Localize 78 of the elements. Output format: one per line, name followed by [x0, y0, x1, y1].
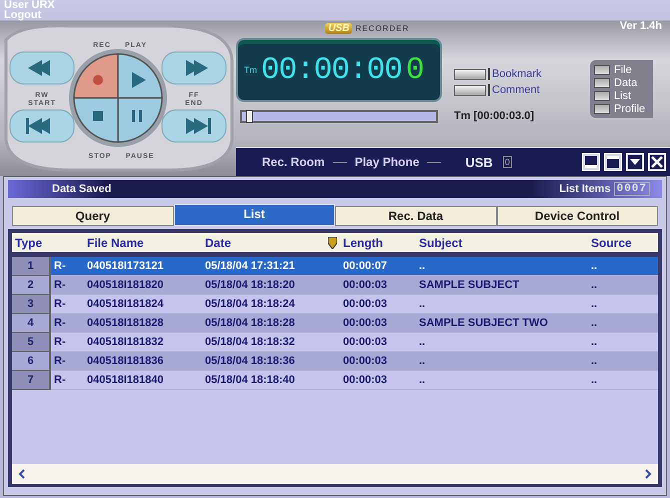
- panel-title: Data Saved: [52, 183, 112, 195]
- marker-slot: [454, 84, 486, 96]
- logo-mark: USB: [325, 23, 352, 34]
- usb-label: USB: [465, 154, 493, 170]
- table-cell: 040518I181828: [84, 314, 202, 332]
- marker-button[interactable]: Bookmark: [488, 68, 542, 80]
- slider-thumb[interactable]: [246, 110, 253, 123]
- column-header[interactable]: Type: [12, 233, 84, 254]
- table-cell: R-: [50, 370, 84, 390]
- table-cell: R-: [50, 352, 84, 370]
- list-items-label: List Items: [559, 183, 611, 195]
- table-cell: 05/18/04 18:18:36: [202, 352, 340, 370]
- close-icon[interactable]: [648, 153, 666, 171]
- table-cell: 05/18/04 18:18:28: [202, 314, 340, 332]
- list-items-count: 0007: [614, 182, 650, 196]
- timer-label: Tm: [244, 65, 257, 75]
- column-header[interactable]: Subject: [416, 233, 588, 254]
- marker-button[interactable]: Comment: [488, 84, 540, 96]
- timer-digit: 0: [406, 52, 424, 88]
- minimize-icon[interactable]: [582, 153, 600, 171]
- tab[interactable]: Device Control: [496, 206, 658, 226]
- row-number[interactable]: 6: [12, 352, 50, 370]
- row-number[interactable]: 4: [12, 314, 50, 332]
- table-cell: R-: [50, 276, 84, 294]
- table-cell: 00:00:03: [340, 276, 416, 294]
- table-cell: ..: [588, 370, 658, 390]
- table-cell: 040518I181840: [84, 370, 202, 390]
- column-header[interactable]: File Name: [84, 233, 202, 254]
- table-cell: ..: [588, 314, 658, 332]
- table-cell: SAMPLE SUBJECT: [416, 276, 588, 294]
- user-name: User URX: [4, 0, 55, 10]
- sort-icon[interactable]: [328, 237, 337, 249]
- pause-button[interactable]: [117, 97, 163, 143]
- table-cell: SAMPLE SUBJECT TWO: [416, 314, 588, 332]
- progress-slider[interactable]: [240, 110, 438, 123]
- column-header[interactable]: Length: [340, 233, 416, 254]
- table-cell: ..: [416, 370, 588, 390]
- skip-end-button[interactable]: [162, 110, 226, 142]
- maximize-icon[interactable]: [604, 153, 622, 171]
- skip-start-button[interactable]: [10, 110, 74, 142]
- bar-button[interactable]: Rec. Room: [262, 155, 325, 169]
- table-cell: 040518I181836: [84, 352, 202, 370]
- version-label: Ver 1.4h: [620, 20, 662, 32]
- menu-item[interactable]: File: [594, 63, 646, 76]
- table-cell: 05/18/04 18:18:40: [202, 370, 340, 390]
- tab[interactable]: Query: [12, 206, 174, 226]
- column-header[interactable]: Date: [202, 233, 340, 254]
- usb-count: 0: [502, 156, 512, 168]
- table-cell: 05/18/04 18:18:20: [202, 276, 340, 294]
- fast-forward-button[interactable]: [162, 52, 226, 84]
- stop-button[interactable]: [73, 97, 119, 143]
- row-number[interactable]: 5: [12, 332, 50, 352]
- tab[interactable]: List: [174, 204, 335, 226]
- rewind-button[interactable]: [10, 52, 74, 84]
- table-cell: R-: [50, 314, 84, 332]
- row-number[interactable]: 3: [12, 294, 50, 314]
- table-cell: ..: [416, 352, 588, 370]
- row-number[interactable]: 2: [12, 276, 50, 294]
- menu-item[interactable]: List: [594, 89, 646, 102]
- row-number[interactable]: 7: [12, 370, 50, 390]
- timer-value: 00:00:00: [261, 52, 402, 88]
- table-cell: 00:00:03: [340, 314, 416, 332]
- bar-button[interactable]: Play Phone: [354, 155, 420, 169]
- play-button[interactable]: [117, 53, 163, 99]
- menu-item[interactable]: Profile: [594, 102, 646, 115]
- column-header[interactable]: Source: [588, 233, 658, 254]
- table-cell: 00:00:03: [340, 352, 416, 370]
- table-cell: ..: [588, 352, 658, 370]
- table-cell: 00:00:03: [340, 370, 416, 390]
- menu-item[interactable]: Data: [594, 76, 646, 89]
- elapsed-time: Tm [00:00:03.0]: [454, 110, 536, 122]
- table-cell: 040518I181820: [84, 276, 202, 294]
- dropdown-icon[interactable]: [626, 153, 644, 171]
- tab[interactable]: Rec. Data: [335, 206, 496, 226]
- table-cell: ..: [588, 276, 658, 294]
- horizontal-scrollbar[interactable]: [12, 464, 658, 484]
- logo-text: RECORDER: [355, 24, 410, 33]
- marker-slot: [454, 68, 486, 80]
